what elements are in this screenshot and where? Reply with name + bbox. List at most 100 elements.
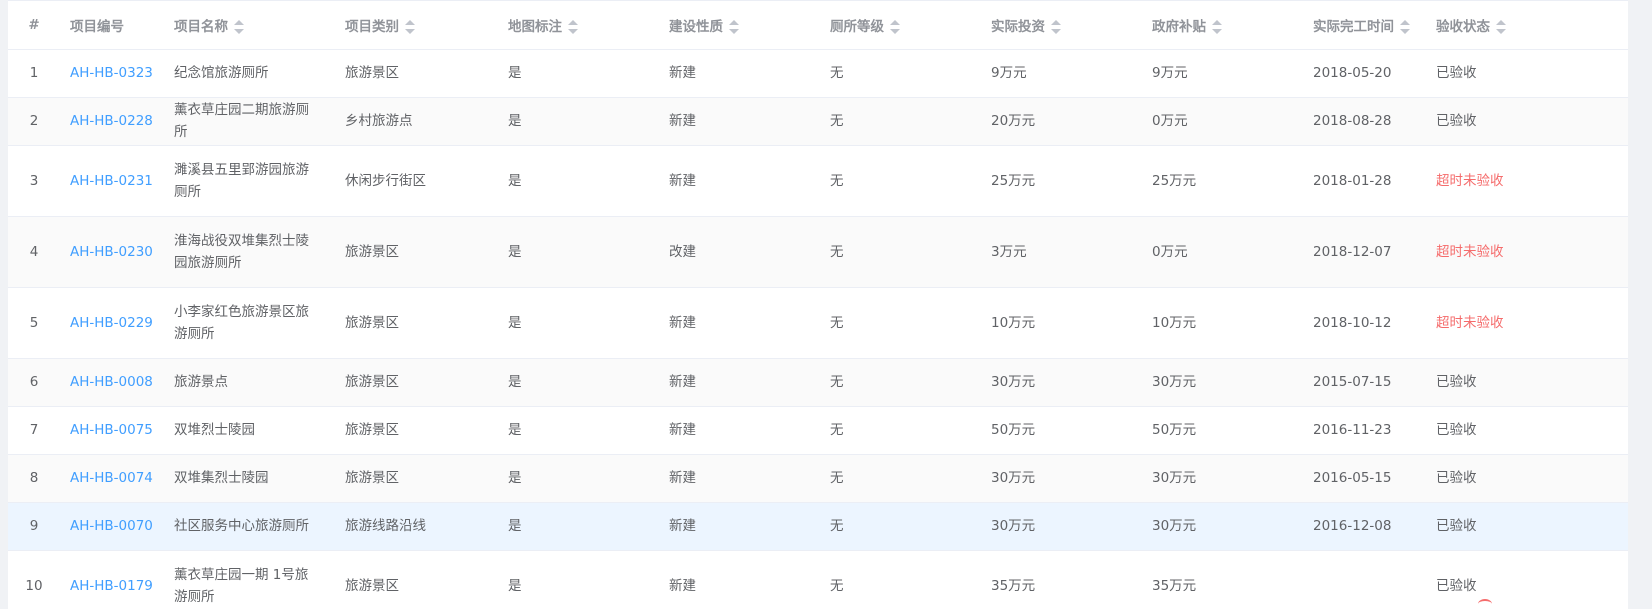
project-name: 薰衣草庄园一期 1号旅游厕所	[164, 550, 335, 609]
investment: 20万元	[981, 97, 1142, 146]
sort-caret-icon[interactable]	[1212, 19, 1222, 34]
row-index: 8	[8, 454, 60, 503]
sort-caret-icon[interactable]	[890, 19, 900, 34]
table-row[interactable]: 10 AH-HB-0179 薰衣草庄园一期 1号旅游厕所 旅游景区 是 新建 无…	[8, 550, 1628, 609]
sort-caret-icon[interactable]	[1496, 19, 1506, 34]
column-header-complete-time[interactable]: 实际完工时间	[1303, 1, 1426, 50]
build-type: 新建	[659, 406, 820, 455]
project-category: 乡村旅游点	[335, 97, 498, 146]
map-mark: 是	[498, 287, 659, 359]
map-mark: 是	[498, 358, 659, 407]
table-header: # 项目编号 项目名称 项目类别 地图标注 建设性质 厕所等级 实际投资 政府补…	[8, 1, 1628, 50]
complete-time: 2015-07-15	[1303, 358, 1426, 407]
investment: 9万元	[981, 49, 1142, 98]
status-badge: 已验收	[1426, 550, 1628, 609]
table-row[interactable]: 3 AH-HB-0231 濉溪县五里郢游园旅游厕所 休闲步行街区 是 新建 无 …	[8, 145, 1628, 217]
project-name: 旅游景点	[164, 358, 335, 407]
table-row[interactable]: 2 AH-HB-0228 薰衣草庄园二期旅游厕所 乡村旅游点 是 新建 无 20…	[8, 97, 1628, 146]
project-table-panel: # 项目编号 项目名称 项目类别 地图标注 建设性质 厕所等级 实际投资 政府补…	[8, 0, 1628, 609]
table-row[interactable]: 8 AH-HB-0074 双堆集烈士陵园 旅游景区 是 新建 无 30万元 30…	[8, 454, 1628, 503]
project-code-link[interactable]: AH-HB-0323	[60, 49, 164, 98]
map-mark: 是	[498, 97, 659, 146]
sort-caret-icon[interactable]	[1400, 19, 1410, 34]
status-badge: 超时未验收	[1426, 287, 1628, 359]
project-table: # 项目编号 项目名称 项目类别 地图标注 建设性质 厕所等级 实际投资 政府补…	[8, 1, 1628, 609]
table-row[interactable]: 9 AH-HB-0070 社区服务中心旅游厕所 旅游线路沿线 是 新建 无 30…	[8, 502, 1628, 551]
column-header-status[interactable]: 验收状态	[1426, 1, 1628, 50]
sort-caret-icon[interactable]	[568, 19, 578, 34]
project-category: 旅游景区	[335, 454, 498, 503]
toilet-level: 无	[820, 406, 981, 455]
map-mark: 是	[498, 145, 659, 217]
project-code-link[interactable]: AH-HB-0074	[60, 454, 164, 503]
sort-caret-icon[interactable]	[405, 19, 415, 34]
column-header-map-mark[interactable]: 地图标注	[498, 1, 659, 50]
project-name: 社区服务中心旅游厕所	[164, 502, 335, 551]
subsidy: 10万元	[1142, 287, 1303, 359]
subsidy: 30万元	[1142, 454, 1303, 503]
sort-caret-icon[interactable]	[729, 19, 739, 34]
map-mark: 是	[498, 49, 659, 98]
column-header-name[interactable]: 项目名称	[164, 1, 335, 50]
toilet-level: 无	[820, 358, 981, 407]
map-mark: 是	[498, 550, 659, 609]
row-index: 1	[8, 49, 60, 98]
complete-time: 2018-12-07	[1303, 216, 1426, 288]
build-type: 改建	[659, 216, 820, 288]
complete-time: 2018-08-28	[1303, 97, 1426, 146]
build-type: 新建	[659, 454, 820, 503]
sort-caret-icon[interactable]	[1051, 19, 1061, 34]
project-code-link[interactable]: AH-HB-0231	[60, 145, 164, 217]
table-row[interactable]: 5 AH-HB-0229 小李家红色旅游景区旅游厕所 旅游景区 是 新建 无 1…	[8, 287, 1628, 359]
project-code-link[interactable]: AH-HB-0179	[60, 550, 164, 609]
project-code-link[interactable]: AH-HB-0070	[60, 502, 164, 551]
row-index: 9	[8, 502, 60, 551]
project-code-link[interactable]: AH-HB-0075	[60, 406, 164, 455]
build-type: 新建	[659, 49, 820, 98]
column-header-toilet-level[interactable]: 厕所等级	[820, 1, 981, 50]
column-header-investment[interactable]: 实际投资	[981, 1, 1142, 50]
status-badge: 超时未验收	[1426, 216, 1628, 288]
sort-caret-icon[interactable]	[234, 19, 244, 34]
status-badge: 已验收	[1426, 358, 1628, 407]
build-type: 新建	[659, 358, 820, 407]
column-header-category[interactable]: 项目类别	[335, 1, 498, 50]
table-row[interactable]: 4 AH-HB-0230 淮海战役双堆集烈士陵园旅游厕所 旅游景区 是 改建 无…	[8, 216, 1628, 288]
complete-time: 2016-11-23	[1303, 406, 1426, 455]
column-header-subsidy[interactable]: 政府补贴	[1142, 1, 1303, 50]
project-code-link[interactable]: AH-HB-0008	[60, 358, 164, 407]
table-row[interactable]: 1 AH-HB-0323 纪念馆旅游厕所 旅游景区 是 新建 无 9万元 9万元…	[8, 49, 1628, 98]
project-name: 双堆烈士陵园	[164, 406, 335, 455]
status-badge: 超时未验收	[1426, 145, 1628, 217]
complete-time: 2018-01-28	[1303, 145, 1426, 217]
map-mark: 是	[498, 406, 659, 455]
toilet-level: 无	[820, 145, 981, 217]
project-code-link[interactable]: AH-HB-0228	[60, 97, 164, 146]
project-category: 旅游景区	[335, 406, 498, 455]
subsidy: 9万元	[1142, 49, 1303, 98]
row-index: 10	[8, 550, 60, 609]
row-index: 7	[8, 406, 60, 455]
row-index: 2	[8, 97, 60, 146]
table-row[interactable]: 7 AH-HB-0075 双堆烈士陵园 旅游景区 是 新建 无 50万元 50万…	[8, 406, 1628, 455]
subsidy: 50万元	[1142, 406, 1303, 455]
project-category: 旅游景区	[335, 550, 498, 609]
column-header-build-type[interactable]: 建设性质	[659, 1, 820, 50]
build-type: 新建	[659, 550, 820, 609]
project-category: 旅游景区	[335, 49, 498, 98]
column-header-code: 项目编号	[60, 1, 164, 50]
table-row[interactable]: 6 AH-HB-0008 旅游景点 旅游景区 是 新建 无 30万元 30万元 …	[8, 358, 1628, 407]
project-code-link[interactable]: AH-HB-0230	[60, 216, 164, 288]
complete-time: 2018-05-20	[1303, 49, 1426, 98]
toilet-level: 无	[820, 502, 981, 551]
subsidy: 30万元	[1142, 358, 1303, 407]
complete-time: 2018-10-12	[1303, 287, 1426, 359]
project-name: 薰衣草庄园二期旅游厕所	[164, 97, 335, 146]
row-index: 3	[8, 145, 60, 217]
project-name: 淮海战役双堆集烈士陵园旅游厕所	[164, 216, 335, 288]
subsidy: 25万元	[1142, 145, 1303, 217]
project-code-link[interactable]: AH-HB-0229	[60, 287, 164, 359]
toilet-level: 无	[820, 287, 981, 359]
status-badge: 已验收	[1426, 454, 1628, 503]
investment: 30万元	[981, 454, 1142, 503]
